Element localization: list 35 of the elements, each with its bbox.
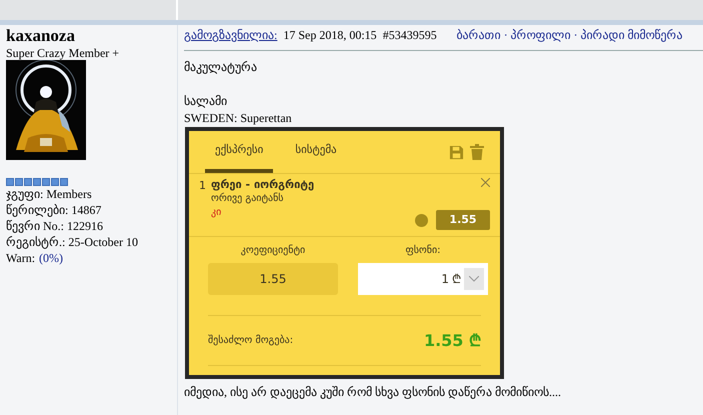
betslip-tab[interactable]: სისტემა (285, 131, 347, 173)
stake-label: ფსონი: (405, 244, 441, 258)
bet-index: 1 (199, 178, 207, 194)
win-value: 1.55 ₾ (424, 330, 481, 352)
member-rank: Super Crazy Member + (6, 46, 120, 60)
info-icon[interactable] (415, 214, 428, 226)
bet-odds: 1.55 (436, 210, 490, 230)
currency-sign: ₾ (452, 271, 461, 288)
betslip-tab[interactable]: ექსპრესი (205, 131, 274, 173)
bet-market: ორივე გაიტანს (211, 192, 285, 206)
post-actions[interactable]: ბარათი · პროფილი · პირადი მიმოწერა (456, 26, 683, 44)
member-detail: რეგისტრ.: 25-October 10 (6, 234, 139, 250)
member-detail: წერილები: 14867 (6, 202, 102, 218)
win-label: შესაძლო მოგება: (208, 334, 294, 348)
post-text: SWEDEN: Superettan (184, 110, 293, 127)
trash-icon[interactable] (470, 144, 484, 160)
odds-label: კოეფიციენტი (240, 244, 306, 258)
member-detail: წევრი No.: 122916 (6, 218, 104, 234)
stake-field[interactable]: 1 ₾ (358, 263, 488, 295)
warn-link[interactable]: (0%) (39, 250, 64, 266)
dropdown-caret-icon[interactable] (464, 268, 484, 290)
member-detail: ჯგუფი: Members (6, 186, 93, 202)
close-icon[interactable] (481, 178, 490, 187)
post-date: 17 Sep 2018, 00:15 (283, 27, 377, 44)
post-text: სალამი (184, 93, 228, 110)
bet-match: ფრეი - იორგრიტე (211, 178, 316, 192)
post-text: იმედია, ისე არ დაეცემა კუში რომ სხვა ფსონის დაწერა მომიწიოს.... (184, 384, 562, 401)
post-text: მაკულატურა (184, 59, 258, 76)
author-name[interactable]: kaxanoza (6, 26, 177, 46)
odds-value: 1.55 (208, 263, 338, 295)
save-icon[interactable] (449, 144, 464, 160)
warn-label: Warn: (6, 250, 36, 266)
bet-pick: კი (211, 206, 222, 220)
post-number[interactable]: #53439595 (382, 26, 437, 44)
sent-link[interactable]: გამოგზავნილია: (184, 26, 278, 44)
